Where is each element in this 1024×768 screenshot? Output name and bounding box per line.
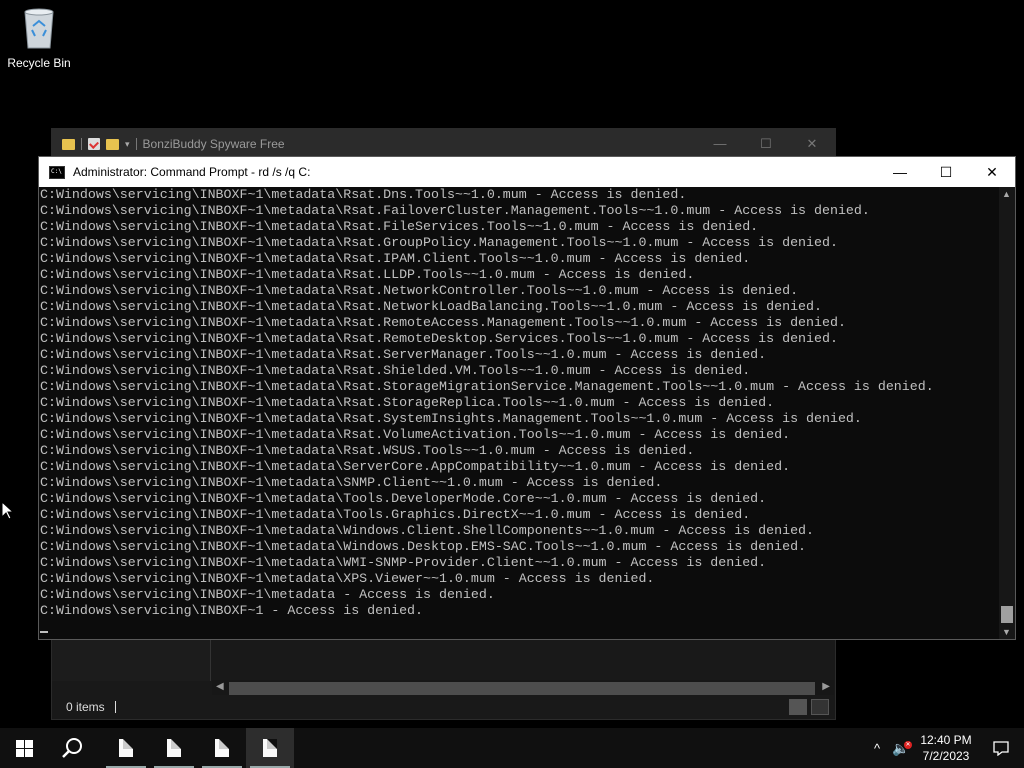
search-button[interactable] bbox=[48, 728, 96, 768]
taskbar-app-2[interactable] bbox=[150, 728, 198, 768]
console-line: C:Windows\servicing\INBOXF~1\metadata\XP… bbox=[40, 571, 655, 586]
console-line: C:Windows\servicing\INBOXF~1\metadata\Rs… bbox=[40, 443, 695, 458]
recycle-bin-label: Recycle Bin bbox=[7, 56, 71, 70]
start-button[interactable] bbox=[0, 728, 48, 768]
scroll-down-icon[interactable]: ▼ bbox=[1002, 627, 1011, 637]
close-icon[interactable]: ✕ bbox=[789, 136, 835, 152]
console-line: C:Windows\servicing\INBOXF~1\metadata\WM… bbox=[40, 555, 767, 570]
console-line: C:Windows\servicing\INBOXF~1\metadata\Rs… bbox=[40, 331, 838, 346]
folder-icon bbox=[62, 138, 75, 150]
properties-icon[interactable] bbox=[88, 138, 100, 150]
console-line: C:Windows\servicing\INBOXF~1\metadata\Rs… bbox=[40, 235, 838, 250]
toolbar-separator bbox=[135, 138, 137, 150]
console-line: C:Windows\servicing\INBOXF~1\metadata\Rs… bbox=[40, 299, 822, 314]
document-icon bbox=[119, 739, 133, 757]
customize-toolbar-chevron-icon[interactable]: ▾ bbox=[125, 139, 130, 150]
clock-time: 12:40 PM bbox=[920, 733, 972, 747]
document-icon bbox=[167, 739, 181, 757]
toolbar-separator bbox=[81, 138, 82, 150]
scrollbar-thumb[interactable] bbox=[1001, 606, 1013, 623]
quick-access-toolbar: ▾ bbox=[52, 138, 137, 150]
item-count: 0 items bbox=[66, 700, 105, 714]
cmd-app-icon[interactable] bbox=[49, 165, 65, 179]
explorer-title: BonziBuddy Spyware Free bbox=[142, 137, 285, 151]
scroll-left-icon[interactable]: ◀ bbox=[216, 681, 224, 692]
taskbar-app-1[interactable] bbox=[102, 728, 150, 768]
console-line: C:Windows\servicing\INBOXF~1\metadata\Wi… bbox=[40, 523, 815, 538]
taskbar: ^ 🔈 ✕ 12:40 PM 7/2/2023 bbox=[0, 728, 1024, 768]
document-icon bbox=[263, 739, 277, 757]
console-line: C:Windows\servicing\INBOXF~1\metadata\Rs… bbox=[40, 219, 759, 234]
console-line: C:Windows\servicing\INBOXF~1\metadata\Rs… bbox=[40, 347, 767, 362]
console-line: C:Windows\servicing\INBOXF~1\metadata - … bbox=[40, 587, 495, 602]
console-line: C:Windows\servicing\INBOXF~1 - Access is… bbox=[40, 603, 424, 618]
console-line: C:Windows\servicing\INBOXF~1\metadata\Rs… bbox=[40, 427, 791, 442]
view-switcher bbox=[789, 699, 829, 715]
console-line: C:Windows\servicing\INBOXF~1\metadata\Rs… bbox=[40, 411, 862, 426]
console-line: C:Windows\servicing\INBOXF~1\metadata\SN… bbox=[40, 475, 663, 490]
console-line: C:Windows\servicing\INBOXF~1\metadata\To… bbox=[40, 507, 751, 522]
windows-logo-icon bbox=[15, 739, 33, 757]
console-line: C:Windows\servicing\INBOXF~1\metadata\Rs… bbox=[40, 315, 846, 330]
cmd-titlebar[interactable]: Administrator: Command Prompt - rd /s /q… bbox=[39, 157, 1015, 187]
console-line: C:Windows\servicing\INBOXF~1\metadata\Rs… bbox=[40, 363, 751, 378]
recycle-bin-icon bbox=[19, 6, 59, 50]
text-cursor bbox=[40, 631, 48, 633]
maximize-icon[interactable]: ☐ bbox=[743, 136, 789, 152]
taskbar-app-4[interactable] bbox=[246, 728, 294, 768]
search-icon bbox=[62, 738, 82, 758]
clock-date: 7/2/2023 bbox=[922, 749, 970, 763]
console-line: C:Windows\servicing\INBOXF~1\metadata\Se… bbox=[40, 459, 791, 474]
command-prompt-window[interactable]: Administrator: Command Prompt - rd /s /q… bbox=[38, 156, 1016, 640]
minimize-icon[interactable]: — bbox=[877, 157, 923, 187]
navigation-pane[interactable] bbox=[52, 639, 211, 681]
explorer-status-bar: 0 items bbox=[52, 695, 835, 719]
system-tray: ^ 🔈 ✕ 12:40 PM 7/2/2023 bbox=[866, 728, 1024, 768]
explorer-titlebar[interactable]: ▾ BonziBuddy Spyware Free — ☐ ✕ bbox=[52, 129, 835, 159]
document-icon bbox=[215, 739, 229, 757]
notification-icon bbox=[993, 741, 1009, 756]
vertical-scrollbar[interactable]: ▲ ▼ bbox=[999, 187, 1015, 639]
scroll-up-icon[interactable]: ▲ bbox=[1002, 189, 1011, 199]
new-folder-icon[interactable] bbox=[106, 138, 119, 150]
close-icon[interactable]: ✕ bbox=[969, 157, 1015, 187]
clock[interactable]: 12:40 PM 7/2/2023 bbox=[914, 732, 978, 764]
console-line: C:Windows\servicing\INBOXF~1\metadata\Wi… bbox=[40, 539, 807, 554]
console-line: C:Windows\servicing\INBOXF~1\metadata\Rs… bbox=[40, 251, 751, 266]
console-line: C:Windows\servicing\INBOXF~1\metadata\Rs… bbox=[40, 203, 870, 218]
console-line: C:Windows\servicing\INBOXF~1\metadata\To… bbox=[40, 491, 767, 506]
large-icons-view-icon[interactable] bbox=[811, 699, 829, 715]
details-view-icon[interactable] bbox=[789, 699, 807, 715]
cmd-title: Administrator: Command Prompt - rd /s /q… bbox=[73, 165, 311, 179]
show-hidden-icons-chevron-icon[interactable]: ^ bbox=[866, 741, 888, 756]
console-line: C:Windows\servicing\INBOXF~1\metadata\Rs… bbox=[40, 379, 934, 394]
console-line: C:Windows\servicing\INBOXF~1\metadata\Rs… bbox=[40, 283, 799, 298]
action-center-button[interactable] bbox=[978, 740, 1024, 756]
console-output[interactable]: C:Windows\servicing\INBOXF~1\metadata\Rs… bbox=[39, 187, 999, 639]
maximize-icon[interactable]: ☐ bbox=[923, 157, 969, 187]
status-separator bbox=[114, 701, 116, 713]
console-line: C:Windows\servicing\INBOXF~1\metadata\Rs… bbox=[40, 395, 775, 410]
scrollbar-thumb[interactable] bbox=[229, 682, 815, 695]
console-line: C:Windows\servicing\INBOXF~1\metadata\Rs… bbox=[40, 187, 687, 202]
taskbar-app-3[interactable] bbox=[198, 728, 246, 768]
volume-muted-icon[interactable]: 🔈 ✕ bbox=[888, 740, 914, 757]
minimize-icon[interactable]: — bbox=[697, 136, 743, 152]
scroll-right-icon[interactable]: ▶ bbox=[822, 681, 830, 692]
console-line: C:Windows\servicing\INBOXF~1\metadata\Rs… bbox=[40, 267, 695, 282]
recycle-bin-shortcut[interactable]: Recycle Bin bbox=[4, 6, 74, 70]
